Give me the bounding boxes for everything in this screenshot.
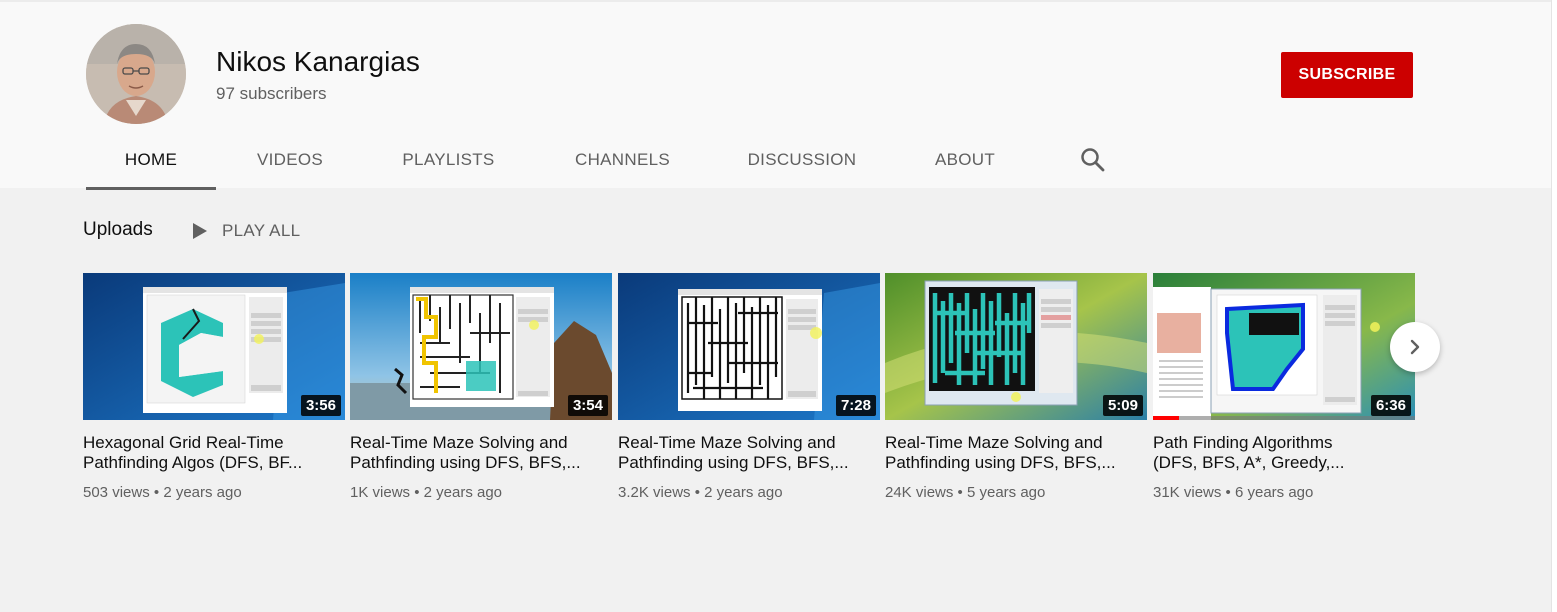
- play-icon: [193, 223, 207, 239]
- video-duration: 6:36: [1370, 395, 1411, 416]
- tab-channels[interactable]: CHANNELS: [560, 130, 685, 190]
- tab-playlists[interactable]: PLAYLISTS: [386, 130, 511, 190]
- tab-about[interactable]: ABOUT: [920, 130, 1010, 190]
- video-meta: 24K views • 5 years ago: [885, 484, 1147, 501]
- channel-header: Nikos Kanargias 97 subscribers SUBSCRIBE…: [0, 0, 1557, 190]
- play-all-button[interactable]: PLAY ALL: [192, 218, 300, 244]
- video-card[interactable]: 5:09 Real-Time Maze Solving and Pathfind…: [885, 273, 1147, 501]
- video-duration: 5:09: [1102, 395, 1143, 416]
- video-thumbnail[interactable]: 3:54: [350, 273, 612, 420]
- upload-age: 2 years ago: [423, 484, 503, 501]
- video-card[interactable]: 6:36 Path Finding Algorithms (DFS, BFS, …: [1153, 273, 1415, 501]
- tab-home[interactable]: HOME: [86, 130, 216, 190]
- meta-separator: •: [694, 484, 700, 501]
- play-all-label: PLAY ALL: [222, 221, 301, 240]
- video-card[interactable]: 7:28 Real-Time Maze Solving and Pathfind…: [618, 273, 880, 501]
- tab-discussion[interactable]: DISCUSSION: [736, 130, 868, 190]
- video-card[interactable]: 3:54 Real-Time Maze Solving and Pathfind…: [350, 273, 612, 501]
- chevron-right-icon: [1410, 339, 1420, 355]
- watch-progress-bar: [1153, 416, 1415, 420]
- channel-avatar[interactable]: [86, 24, 186, 124]
- meta-separator: •: [957, 484, 963, 501]
- video-title[interactable]: Path Finding Algorithms (DFS, BFS, A*, G…: [1153, 433, 1415, 473]
- video-meta: 503 views • 2 years ago: [83, 484, 345, 501]
- view-count: 24K views: [885, 484, 954, 501]
- view-count: 1K views: [350, 484, 411, 501]
- view-count: 503 views: [83, 484, 150, 501]
- video-duration: 3:56: [300, 395, 341, 416]
- video-title[interactable]: Real-Time Maze Solving and Pathfinding u…: [885, 433, 1147, 473]
- video-thumbnail[interactable]: 6:36: [1153, 273, 1415, 420]
- video-duration: 3:54: [567, 395, 608, 416]
- section-title: Uploads: [83, 219, 153, 240]
- tab-videos[interactable]: VIDEOS: [240, 130, 340, 190]
- scrollbar-track[interactable]: [1551, 0, 1557, 612]
- upload-age: 6 years ago: [1234, 484, 1314, 501]
- channel-name: Nikos Kanargias: [216, 46, 420, 77]
- video-thumbnail[interactable]: 3:56: [83, 273, 345, 420]
- video-meta: 1K views • 2 years ago: [350, 484, 612, 501]
- video-duration: 7:28: [835, 395, 876, 416]
- upload-age: 5 years ago: [966, 484, 1046, 501]
- video-meta: 3.2K views • 2 years ago: [618, 484, 880, 501]
- video-thumbnail[interactable]: 7:28: [618, 273, 880, 420]
- video-title[interactable]: Real-Time Maze Solving and Pathfinding u…: [350, 433, 612, 473]
- video-title[interactable]: Hexagonal Grid Real-Time Pathfinding Alg…: [83, 433, 345, 473]
- meta-separator: •: [1225, 484, 1231, 501]
- subscriber-count: 97 subscribers: [216, 84, 327, 103]
- upload-age: 2 years ago: [704, 484, 783, 501]
- video-thumbnail[interactable]: 5:09: [885, 273, 1147, 420]
- view-count: 31K views: [1153, 484, 1222, 501]
- view-count: 3.2K views: [618, 484, 691, 501]
- meta-separator: •: [414, 484, 420, 501]
- shelf-next-button[interactable]: [1390, 322, 1440, 372]
- subscribe-button[interactable]: SUBSCRIBE: [1281, 52, 1413, 98]
- video-card[interactable]: 3:56 Hexagonal Grid Real-Time Pathfindin…: [83, 273, 345, 501]
- video-title[interactable]: Real-Time Maze Solving and Pathfinding u…: [618, 433, 880, 473]
- search-icon[interactable]: [1078, 145, 1108, 175]
- meta-separator: •: [153, 484, 160, 501]
- video-meta: 31K views • 6 years ago: [1153, 484, 1415, 501]
- watch-progress-fill: [1153, 416, 1180, 420]
- upload-age: 2 years ago: [163, 484, 242, 501]
